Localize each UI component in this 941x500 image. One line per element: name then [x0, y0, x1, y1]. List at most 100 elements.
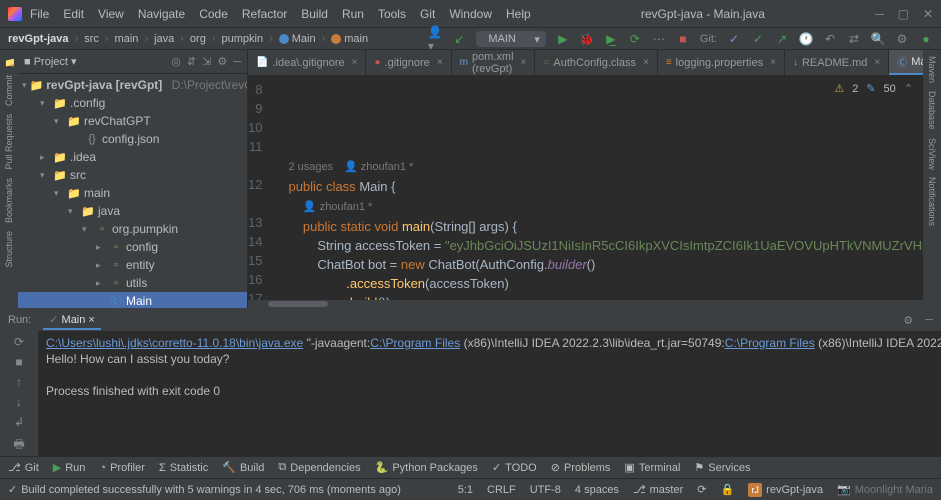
vcs-push-icon[interactable]: ↗ — [775, 32, 789, 46]
tab-2[interactable]: mpom.xml (revGpt)× — [452, 50, 536, 75]
tree-revchat[interactable]: ▾📁revChatGPT — [18, 112, 247, 130]
menu-build[interactable]: Build — [301, 7, 328, 21]
tw-build[interactable]: 🔨 Build — [222, 461, 264, 474]
project-view-label[interactable]: ■ Project ▾ — [24, 55, 77, 68]
search-icon[interactable]: 🔍 — [871, 32, 885, 46]
ai-icon[interactable]: ● — [919, 32, 933, 46]
tw-commit[interactable]: Commit — [4, 75, 14, 106]
menu-edit[interactable]: Edit — [63, 7, 84, 21]
close-tab-icon[interactable]: × — [643, 57, 649, 68]
tree-idea[interactable]: ▸📁.idea — [18, 148, 247, 166]
run-wrap-icon[interactable]: ↲ — [14, 415, 24, 429]
tree-configjson[interactable]: {}config.json — [18, 130, 247, 148]
menu-view[interactable]: View — [98, 7, 124, 21]
console-link[interactable]: C:\Program Files — [725, 336, 815, 350]
tw-sciview[interactable]: SciView — [927, 138, 937, 170]
menu-refactor[interactable]: Refactor — [242, 7, 287, 21]
tw-git[interactable]: ⎇ Git — [8, 461, 39, 474]
git-branch[interactable]: ⎇ master — [633, 483, 683, 496]
vcs-history-icon[interactable]: 🕐 — [799, 32, 813, 46]
hide-icon[interactable]: ─ — [233, 56, 241, 68]
tw-statistic[interactable]: Σ Statistic — [159, 462, 208, 474]
vcs-rollback-icon[interactable]: ↶ — [823, 32, 837, 46]
encoding[interactable]: UTF-8 — [530, 484, 561, 496]
code-body[interactable]: 2 usages 👤 zhoufan1 *public class Main {… — [268, 76, 923, 300]
bc-class[interactable]: Main — [279, 33, 316, 45]
gear-icon[interactable]: ⚙ — [217, 55, 227, 68]
bc-java[interactable]: java — [154, 33, 174, 45]
run-gear-icon[interactable]: ⚙ — [903, 314, 913, 327]
tree-main-class[interactable]: ⒸMain — [18, 292, 247, 308]
tw-structure[interactable]: Structure — [4, 231, 14, 268]
run-hide-icon[interactable]: ─ — [925, 314, 933, 326]
maximize-icon[interactable]: ▢ — [898, 7, 909, 21]
back-icon[interactable]: ↙ — [452, 32, 466, 46]
tree-pkg-entity[interactable]: ▸▫entity — [18, 256, 247, 274]
run-config-selector[interactable]: MAIN — [476, 31, 546, 47]
attach-icon[interactable]: ⋯ — [652, 32, 666, 46]
tree-pkg-utils[interactable]: ▸▫utils — [18, 274, 247, 292]
project-badge[interactable]: rJ revGpt-java — [748, 483, 823, 497]
tw-bookmarks[interactable]: Bookmarks — [4, 178, 14, 223]
stop-icon[interactable]: ■ — [676, 32, 690, 46]
tree-pkg[interactable]: ▾▫org.pumpkin — [18, 220, 247, 238]
tw-services[interactable]: ⚑ Services — [694, 461, 750, 474]
run-console[interactable]: C:\Users\lushi\.jdks\corretto-11.0.18\bi… — [38, 331, 941, 456]
console-link[interactable]: C:\Program Files — [370, 336, 460, 350]
tab-5[interactable]: ↓README.md× — [785, 50, 889, 75]
run-tab[interactable]: ✓ Main × — [43, 311, 101, 330]
codewithme-icon[interactable]: ⇄ — [847, 32, 861, 46]
tree-java[interactable]: ▾📁java — [18, 202, 247, 220]
run-print-icon[interactable]: 🖶 — [13, 435, 24, 456]
tab-1[interactable]: ●.gitignore× — [366, 50, 451, 75]
tree-main[interactable]: ▾📁main — [18, 184, 247, 202]
tree-src[interactable]: ▾📁src — [18, 166, 247, 184]
tw-python[interactable]: 🐍 Python Packages — [375, 461, 478, 474]
menu-run[interactable]: Run — [342, 7, 364, 21]
bc-pumpkin[interactable]: pumpkin — [222, 33, 264, 45]
settings-icon[interactable]: ⚙ — [895, 32, 909, 46]
bc-project[interactable]: revGpt-java — [8, 33, 69, 45]
run-stop-icon[interactable]: ■ — [15, 355, 22, 369]
bc-src[interactable]: src — [84, 33, 99, 45]
tw-profiler[interactable]: ◔ Profiler — [99, 462, 145, 474]
tree-root[interactable]: ▾📁revGpt-java [revGpt] D:\Project\revGpt… — [18, 76, 247, 94]
tw-notifications[interactable]: Notifications — [927, 177, 937, 226]
collapse-icon[interactable]: ⇲ — [202, 55, 211, 68]
close-tab-icon[interactable]: × — [352, 57, 358, 68]
inspection-status[interactable]: ⚠2 ✎50 ⌃ — [834, 80, 913, 99]
indent[interactable]: 4 spaces — [575, 484, 619, 496]
tw-dependencies[interactable]: ⧉ Dependencies — [278, 461, 360, 474]
debug-icon[interactable]: 🐞 — [580, 32, 594, 46]
close-tab-icon[interactable]: × — [874, 57, 880, 68]
tree-config[interactable]: ▾📁.config — [18, 94, 247, 112]
rerun-icon[interactable]: ⟳ — [14, 335, 24, 349]
close-tab-icon[interactable]: × — [437, 57, 443, 68]
profile-icon[interactable]: ⟳ — [628, 32, 642, 46]
minimize-icon[interactable]: ─ — [875, 7, 884, 21]
menu-code[interactable]: Code — [199, 7, 228, 21]
menu-tools[interactable]: Tools — [378, 7, 406, 21]
tab-0[interactable]: 📄.idea\.gitignore× — [248, 50, 366, 75]
menu-window[interactable]: Window — [449, 7, 492, 21]
sync-icon[interactable]: ⟳ — [697, 483, 706, 496]
close-tab-icon[interactable]: × — [521, 57, 527, 68]
menu-navigate[interactable]: Navigate — [138, 7, 185, 21]
run-down-icon[interactable]: ↓ — [16, 395, 22, 409]
run-up-icon[interactable]: ↑ — [16, 375, 22, 389]
tw-todo[interactable]: ✓ TODO — [492, 461, 537, 474]
tab-6[interactable]: ⒸMain.java× — [889, 50, 923, 75]
expand-icon[interactable]: ⇵ — [187, 55, 196, 68]
line-sep[interactable]: CRLF — [487, 484, 516, 496]
menu-file[interactable]: File — [30, 7, 49, 21]
vcs-commit-icon[interactable]: ✓ — [751, 32, 765, 46]
editor-h-scrollbar[interactable] — [248, 300, 923, 308]
tw-problems[interactable]: ⊘ Problems — [551, 461, 611, 474]
tab-3[interactable]: ○AuthConfig.class× — [535, 50, 657, 75]
code-editor[interactable]: ⚠2 ✎50 ⌃ 891011 12 13 1415161718 2 usage… — [248, 76, 923, 300]
console-link[interactable]: C:\Users\lushi\.jdks\corretto-11.0.18\bi… — [46, 336, 303, 350]
locate-icon[interactable]: ◎ — [171, 55, 181, 68]
bc-main[interactable]: main — [115, 33, 139, 45]
run-icon[interactable]: ▶ — [556, 32, 570, 46]
lock-icon[interactable]: 🔒 — [720, 483, 734, 496]
